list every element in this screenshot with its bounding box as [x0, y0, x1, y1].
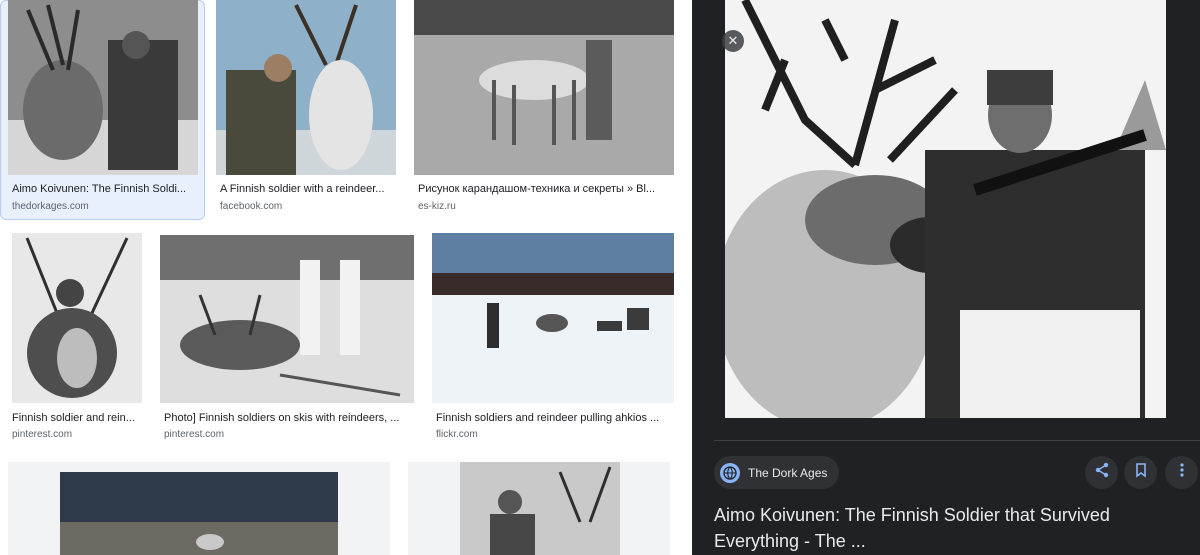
result-thumbnail[interactable]	[60, 472, 338, 555]
preview-image[interactable]	[725, 0, 1166, 418]
result-source: es-kiz.ru	[418, 201, 456, 212]
globe-icon	[720, 462, 740, 483]
result-thumbnail[interactable]	[12, 233, 142, 403]
result-source: thedorkages.com	[12, 201, 89, 212]
result-source: pinterest.com	[12, 429, 73, 440]
result-card-5[interactable]: Photo] Finnish soldiers on skis with rei…	[160, 233, 418, 445]
more-vert-icon	[1174, 462, 1190, 483]
result-thumbnail[interactable]	[432, 233, 674, 403]
result-title[interactable]: Finnish soldiers and reindeer pulling ah…	[436, 412, 674, 424]
result-card-6[interactable]: Finnish soldiers and reindeer pulling ah…	[432, 233, 676, 445]
more-options-button[interactable]	[1165, 456, 1198, 489]
share-icon	[1094, 462, 1110, 483]
result-title[interactable]: Aimo Koivunen: The Finnish Soldi...	[12, 183, 198, 195]
result-title[interactable]: Finnish soldier and rein...	[12, 412, 144, 424]
bookmark-icon	[1133, 462, 1149, 483]
result-thumbnail[interactable]	[216, 0, 396, 175]
preview-panel: ✕ The Dork Ages Aimo Koivunen: The Finni…	[692, 0, 1200, 555]
close-button[interactable]: ✕	[722, 30, 744, 52]
result-source: facebook.com	[220, 201, 283, 212]
result-thumbnail[interactable]	[414, 0, 674, 175]
save-button[interactable]	[1124, 456, 1157, 489]
image-results-grid: Aimo Koivunen: The Finnish Soldi... thed…	[0, 0, 692, 555]
result-card-4[interactable]: Finnish soldier and rein... pinterest.co…	[8, 233, 148, 445]
result-thumbnail[interactable]	[8, 0, 198, 175]
preview-title[interactable]: Aimo Koivunen: The Finnish Soldier that …	[714, 502, 1184, 554]
result-card-8[interactable]	[408, 462, 670, 555]
result-thumbnail[interactable]	[460, 462, 620, 555]
result-title[interactable]: Photo] Finnish soldiers on skis with rei…	[164, 412, 414, 424]
result-card-3[interactable]: Рисунок карандашом-техника и секреты » B…	[414, 0, 676, 220]
result-thumbnail[interactable]	[160, 235, 414, 403]
result-title[interactable]: A Finnish soldier with a reindeer...	[220, 183, 400, 195]
source-name: The Dork Ages	[748, 465, 828, 480]
result-card-2[interactable]: A Finnish soldier with a reindeer... fac…	[216, 0, 402, 220]
share-button[interactable]	[1085, 456, 1118, 489]
result-card-1[interactable]: Aimo Koivunen: The Finnish Soldi... thed…	[0, 0, 205, 220]
panel-divider	[714, 440, 1200, 441]
source-chip[interactable]: The Dork Ages	[714, 456, 840, 489]
result-source: flickr.com	[436, 429, 478, 440]
result-source: pinterest.com	[164, 429, 225, 440]
result-title[interactable]: Рисунок карандашом-техника и секреты » B…	[418, 183, 670, 195]
result-card-7[interactable]	[8, 462, 390, 555]
